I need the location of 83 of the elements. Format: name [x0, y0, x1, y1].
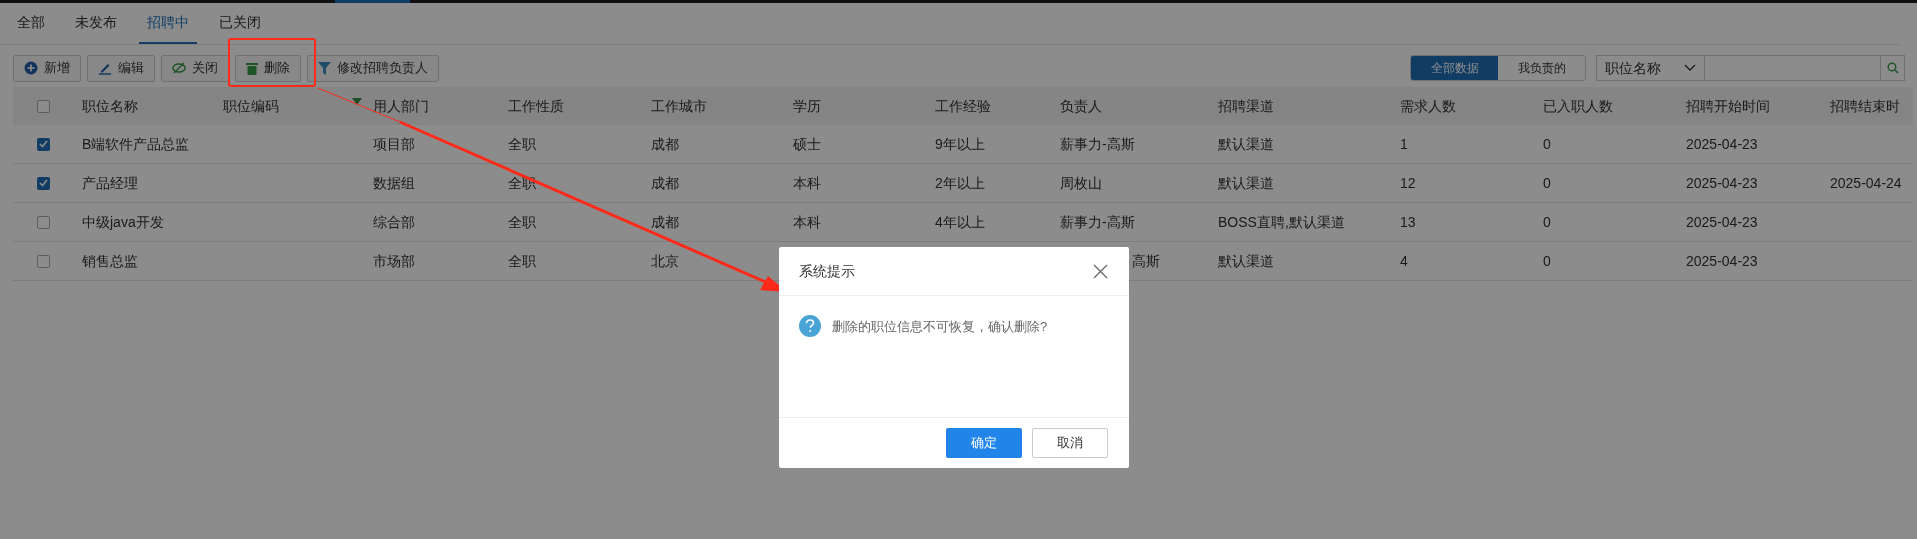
- checkbox[interactable]: [37, 137, 50, 151]
- table-cell: 高斯: [1132, 252, 1160, 269]
- pencil-icon: [98, 61, 112, 75]
- column-header[interactable]: 已入职人数: [1543, 97, 1613, 114]
- checkbox[interactable]: [37, 176, 50, 190]
- confirm-button[interactable]: 确定: [946, 428, 1022, 458]
- toolbar-button[interactable]: 删除: [235, 54, 301, 82]
- dialog-message: 删除的职位信息不可恢复，确认删除?: [832, 318, 1048, 336]
- question-icon: [799, 315, 821, 337]
- table-cell: 本科: [793, 174, 821, 191]
- table-cell: 产品经理: [82, 174, 138, 191]
- table-cell: 本科: [793, 213, 821, 230]
- tab[interactable]: 全部: [9, 3, 53, 44]
- table-cell: 成都: [651, 174, 679, 191]
- sort-triangle-icon: [352, 97, 362, 105]
- table-cell: 项目部: [373, 135, 415, 152]
- toolbar-button[interactable]: 新增: [13, 54, 81, 82]
- checkbox[interactable]: [37, 254, 50, 268]
- table-cell: 2025-04-23: [1686, 135, 1758, 152]
- column-header[interactable]: 招聘结束时: [1830, 97, 1900, 114]
- close-button[interactable]: [1091, 262, 1109, 280]
- table-cell: 全职: [508, 252, 536, 269]
- scope-toggle[interactable]: 全部数据: [1411, 56, 1498, 80]
- table-cell: 13: [1400, 213, 1416, 230]
- table-cell: 成都: [651, 135, 679, 152]
- plus-circle-icon: [24, 61, 38, 75]
- column-header[interactable]: 工作城市: [651, 97, 707, 114]
- column-header[interactable]: 工作经验: [935, 97, 991, 114]
- dialog-title: 系统提示: [799, 261, 855, 281]
- table-cell: 周枚山: [1060, 174, 1102, 191]
- table-cell: 成都: [651, 213, 679, 230]
- table-cell: 9年以上: [935, 135, 985, 152]
- table-cell: B端软件产品总监: [82, 135, 190, 152]
- trash-icon: [246, 61, 258, 75]
- table-cell: 硕士: [793, 135, 821, 152]
- table-cell: 12: [1400, 174, 1416, 191]
- table-cell: 数据组: [373, 174, 415, 191]
- tab[interactable]: 招聘中: [139, 3, 197, 44]
- table-cell: 2025-04-23: [1686, 213, 1758, 230]
- table-cell: 销售总监: [82, 252, 138, 269]
- table-cell: 0: [1543, 174, 1551, 191]
- table-cell: 默认渠道: [1218, 174, 1274, 191]
- table-cell: 0: [1543, 213, 1551, 230]
- table-cell: 4: [1400, 252, 1408, 269]
- column-header[interactable]: 职位名称: [82, 97, 138, 114]
- column-header[interactable]: 工作性质: [508, 97, 564, 114]
- table-cell: 北京: [651, 252, 679, 269]
- close-icon: [1092, 263, 1108, 279]
- table-cell: 2年以上: [935, 174, 985, 191]
- cancel-button[interactable]: 取消: [1032, 428, 1108, 458]
- table-cell: BOSS直聘,默认渠道: [1218, 213, 1345, 230]
- column-header[interactable]: 招聘渠道: [1218, 97, 1274, 114]
- table-cell: 综合部: [373, 213, 415, 230]
- table-cell: 薪事力-高斯: [1060, 135, 1135, 152]
- table-cell: 0: [1543, 252, 1551, 269]
- table-cell: 全职: [508, 213, 536, 230]
- table-cell: 0: [1543, 135, 1551, 152]
- toolbar-button[interactable]: 关闭: [161, 54, 229, 82]
- toolbar-button[interactable]: 修改招聘负责人: [307, 54, 439, 82]
- table-cell: 薪事力-高斯: [1060, 213, 1135, 230]
- table-cell: 2025-04-23: [1686, 174, 1758, 191]
- column-header[interactable]: 负责人: [1060, 97, 1102, 114]
- table-cell: 默认渠道: [1218, 135, 1274, 152]
- column-header[interactable]: 用人部门: [373, 97, 429, 114]
- table-cell: 全职: [508, 135, 536, 152]
- column-header[interactable]: 需求人数: [1400, 97, 1456, 114]
- table-cell: 4年以上: [935, 213, 985, 230]
- table-cell: 2025-04-24: [1830, 174, 1902, 191]
- toolbar-button[interactable]: 编辑: [87, 54, 155, 82]
- eye-slash-icon: [172, 62, 186, 74]
- table-cell: 中级java开发: [82, 213, 164, 230]
- table-cell: 市场部: [373, 252, 415, 269]
- table-cell: 1: [1400, 135, 1408, 152]
- checkbox[interactable]: [37, 99, 50, 113]
- tab[interactable]: 已关闭: [211, 3, 269, 44]
- filter-icon: [318, 61, 331, 75]
- tab[interactable]: 未发布: [67, 3, 125, 44]
- checkbox[interactable]: [37, 215, 50, 229]
- column-header[interactable]: 招聘开始时间: [1686, 97, 1770, 114]
- table-cell: 2025-04-23: [1686, 252, 1758, 269]
- column-header[interactable]: 学历: [793, 97, 821, 114]
- column-header[interactable]: 职位编码: [223, 97, 279, 114]
- table-cell: 默认渠道: [1218, 252, 1274, 269]
